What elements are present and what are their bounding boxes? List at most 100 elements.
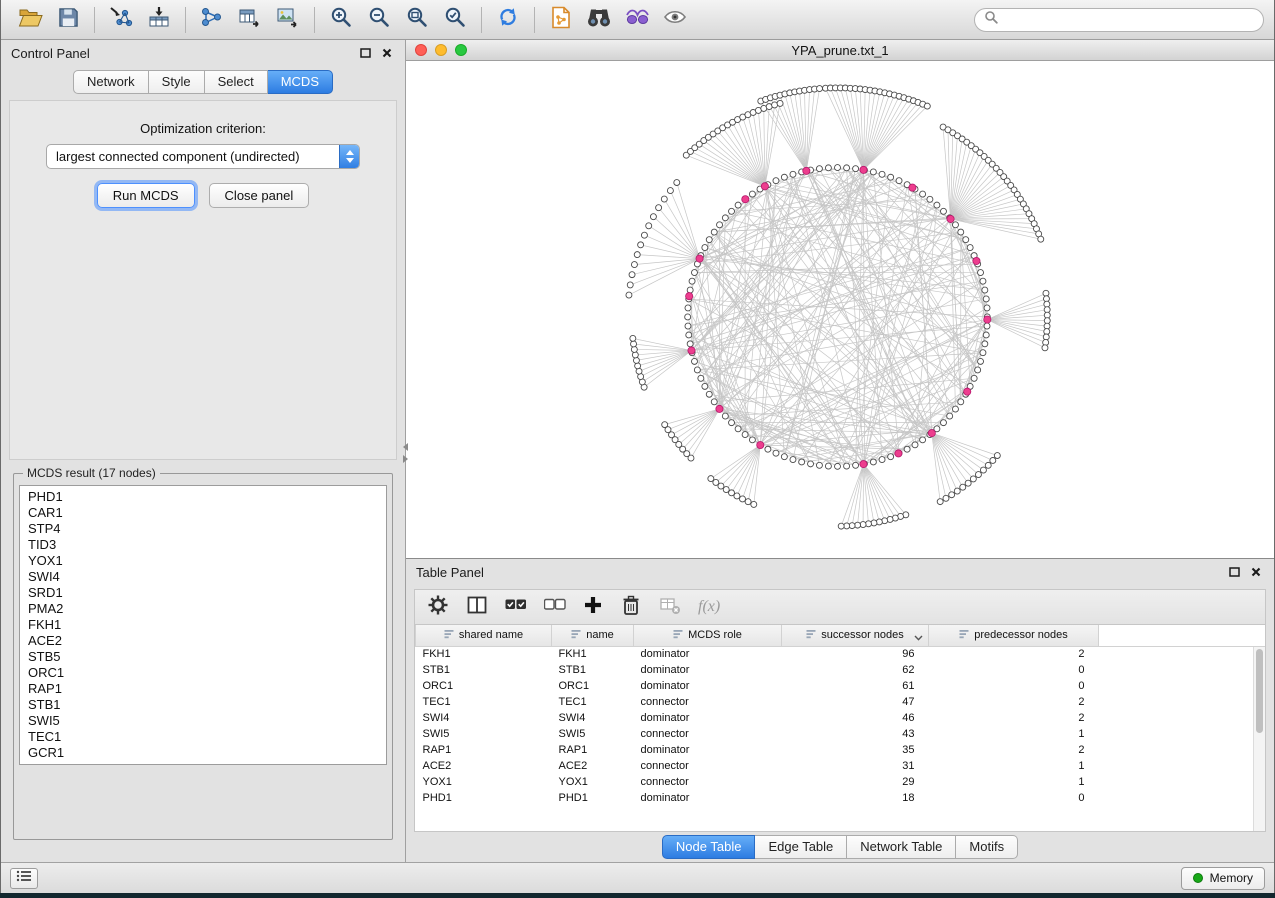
mcds-result-item[interactable]: GCR1 xyxy=(20,745,386,761)
search-field[interactable] xyxy=(974,8,1264,32)
window-close-button[interactable] xyxy=(415,44,427,56)
show-columns-button[interactable] xyxy=(466,594,488,620)
table-row[interactable]: FKH1FKH1dominator962 xyxy=(416,646,1266,662)
select-all-columns-button[interactable] xyxy=(505,594,527,620)
tab-style[interactable]: Style xyxy=(149,70,205,94)
cell-MCDS-role: connector xyxy=(634,774,782,790)
open-file-button[interactable] xyxy=(11,4,49,36)
network-window-title: YPA_prune.txt_1 xyxy=(406,43,1274,58)
close-panel-button-secondary[interactable]: Close panel xyxy=(209,183,310,208)
table-row[interactable]: ORC1ORC1dominator610 xyxy=(416,678,1266,694)
birds-eye-view-button[interactable] xyxy=(656,4,694,36)
column-header-name[interactable]: name xyxy=(552,625,634,646)
tab-select[interactable]: Select xyxy=(205,70,268,94)
export-image-button[interactable] xyxy=(269,4,307,36)
unchecked-boxes-icon xyxy=(544,597,566,617)
panel-splitter-handle[interactable] xyxy=(401,440,409,466)
mcds-result-item[interactable]: ORC1 xyxy=(20,665,386,681)
table-settings-button[interactable] xyxy=(427,594,449,620)
table-row[interactable]: STB1STB1dominator620 xyxy=(416,662,1266,678)
table-row[interactable]: SWI5SWI5connector431 xyxy=(416,726,1266,742)
mcds-result-item[interactable]: YOX1 xyxy=(20,553,386,569)
column-header-successor-nodes[interactable]: successor nodes xyxy=(782,625,929,646)
import-network-button[interactable] xyxy=(102,4,140,36)
tab-edge-table[interactable]: Edge Table xyxy=(755,835,847,859)
mcds-result-item[interactable]: STP4 xyxy=(20,521,386,537)
column-sort-icon xyxy=(673,629,683,642)
network-canvas[interactable] xyxy=(406,61,1274,558)
table-scrollbar[interactable] xyxy=(1253,647,1265,831)
network-canvas-svg[interactable] xyxy=(406,61,1274,558)
float-window-button[interactable] xyxy=(1226,564,1242,580)
tab-node-table[interactable]: Node Table xyxy=(662,835,756,859)
task-history-button[interactable] xyxy=(10,868,38,889)
unselect-all-columns-button[interactable] xyxy=(544,594,566,620)
optimization-criterion-select[interactable]: largest connected component (undirected) xyxy=(46,144,360,169)
table-row[interactable]: PHD1PHD1dominator180 xyxy=(416,790,1266,806)
window-zoom-button[interactable] xyxy=(455,44,467,56)
mcds-result-list: PHD1CAR1STP4TID3YOX1SWI4SRD1PMA2FKH1ACE2… xyxy=(19,485,387,765)
mcds-result-item[interactable]: SWI5 xyxy=(20,713,386,729)
mcds-result-item[interactable]: TID3 xyxy=(20,537,386,553)
column-header-label: MCDS role xyxy=(688,629,742,641)
tab-mcds[interactable]: MCDS xyxy=(268,70,333,94)
status-bar: Memory xyxy=(1,862,1274,893)
column-header-shared-name[interactable]: shared name xyxy=(416,625,552,646)
table-row[interactable]: TEC1TEC1connector472 xyxy=(416,694,1266,710)
tab-motifs[interactable]: Motifs xyxy=(956,835,1018,859)
column-header-filler xyxy=(1099,625,1266,646)
column-header-predecessor-nodes[interactable]: predecessor nodes xyxy=(929,625,1099,646)
import-table-button[interactable] xyxy=(140,4,178,36)
export-web-page-button[interactable] xyxy=(542,4,580,36)
mcds-result-item[interactable]: CAR1 xyxy=(20,505,386,521)
table-row[interactable]: ACE2ACE2connector311 xyxy=(416,758,1266,774)
column-header-MCDS-role[interactable]: MCDS role xyxy=(634,625,782,646)
search-input[interactable] xyxy=(1004,13,1254,27)
window-minimize-button[interactable] xyxy=(435,44,447,56)
tab-network[interactable]: Network xyxy=(73,70,149,94)
mcds-result-item[interactable]: PMA2 xyxy=(20,601,386,617)
toolbar-separator xyxy=(94,7,95,33)
mcds-result-item[interactable]: RAP1 xyxy=(20,681,386,697)
float-window-button[interactable] xyxy=(357,45,373,61)
cell-shared-name: ORC1 xyxy=(416,678,552,694)
zoom-in-button[interactable] xyxy=(322,4,360,36)
zoom-selected-button[interactable] xyxy=(436,4,474,36)
add-column-button[interactable] xyxy=(583,594,603,620)
close-panel-button[interactable] xyxy=(1248,564,1264,580)
memory-button[interactable]: Memory xyxy=(1181,867,1265,890)
chevron-down-icon[interactable] xyxy=(914,632,923,644)
run-mcds-button[interactable]: Run MCDS xyxy=(97,183,195,208)
mcds-result-item[interactable]: PHD1 xyxy=(20,489,386,505)
zoom-fit-button[interactable] xyxy=(398,4,436,36)
dropdown-stepper-icon xyxy=(339,144,359,169)
eye-icon xyxy=(663,8,687,31)
mcds-result-item[interactable]: TEC1 xyxy=(20,729,386,745)
find-button[interactable] xyxy=(580,4,618,36)
glasses-icon xyxy=(625,7,650,32)
cell-successor-nodes: 29 xyxy=(782,774,929,790)
mcds-result-item[interactable]: SRD1 xyxy=(20,585,386,601)
delete-column-button[interactable] xyxy=(620,594,642,620)
scrollbar-thumb[interactable] xyxy=(1256,649,1263,733)
export-network-button[interactable] xyxy=(193,4,231,36)
show-graphics-details-button[interactable] xyxy=(618,4,656,36)
export-table-button[interactable] xyxy=(231,4,269,36)
save-button[interactable] xyxy=(49,4,87,36)
close-panel-button[interactable] xyxy=(379,45,395,61)
toolbar-separator xyxy=(314,7,315,33)
cell-name: SWI4 xyxy=(552,710,634,726)
table-row[interactable]: YOX1YOX1connector291 xyxy=(416,774,1266,790)
mcds-result-item[interactable]: SWI4 xyxy=(20,569,386,585)
mcds-result-item[interactable]: FKH1 xyxy=(20,617,386,633)
mcds-result-item[interactable]: STB1 xyxy=(20,697,386,713)
zoom-out-button[interactable] xyxy=(360,4,398,36)
delete-table-button-disabled xyxy=(659,594,681,620)
refresh-layout-button[interactable] xyxy=(489,4,527,36)
mcds-result-item[interactable]: ACE2 xyxy=(20,633,386,649)
cell-name: STB1 xyxy=(552,662,634,678)
table-row[interactable]: SWI4SWI4dominator462 xyxy=(416,710,1266,726)
tab-network-table[interactable]: Network Table xyxy=(847,835,956,859)
table-row[interactable]: RAP1RAP1dominator352 xyxy=(416,742,1266,758)
mcds-result-item[interactable]: STB5 xyxy=(20,649,386,665)
